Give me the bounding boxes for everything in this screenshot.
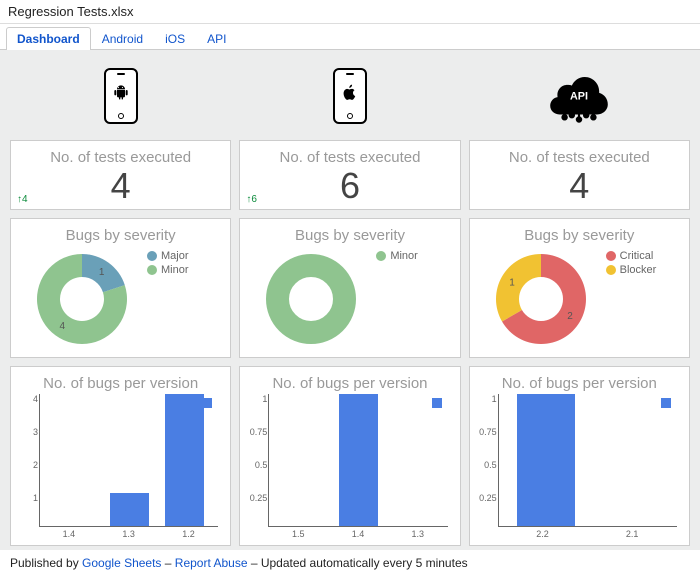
bar-col: [331, 394, 386, 526]
bar-col: [588, 394, 671, 526]
dashboard: API No. of tests executed 4 ↑4 No. of te…: [0, 50, 700, 550]
ios-count-card: No. of tests executed 6 ↑6: [239, 140, 460, 210]
legend-item: Minor: [147, 264, 224, 276]
report-abuse-link[interactable]: Report Abuse: [175, 556, 248, 570]
severity-row: Bugs by severity 1 4 Major Minor Bugs by se…: [10, 218, 690, 358]
bar-row: No. of bugs per version43211.41.31.2 No.…: [10, 366, 690, 546]
legend-item: Blocker: [606, 264, 683, 276]
bar-col: [386, 394, 441, 526]
ios-severity-card: Bugs by severity Minor: [239, 218, 460, 358]
bar-title: No. of bugs per version: [43, 375, 198, 392]
legend-item: Minor: [376, 250, 453, 262]
ios-bar-card: No. of bugs per version10.750.50.251.51.…: [239, 366, 460, 546]
bar-title: No. of bugs per version: [272, 375, 427, 392]
android-count-value: 4: [111, 168, 131, 204]
svg-text:1: 1: [99, 267, 105, 278]
phone-icon: [333, 68, 367, 124]
severity-title: Bugs by severity: [66, 227, 176, 244]
bar-legend-swatch: [661, 398, 671, 408]
ios-count-delta: ↑6: [246, 194, 257, 205]
legend-item: Critical: [606, 250, 683, 262]
window-title: Regression Tests.xlsx: [0, 0, 700, 24]
api-count-card: No. of tests executed 4: [469, 140, 690, 210]
api-icon-cell: API: [469, 60, 690, 132]
ios-donut: Minor: [246, 244, 453, 354]
bar-col: [275, 394, 330, 526]
api-icon: API: [543, 66, 615, 127]
footer-prefix: Published by: [10, 556, 82, 570]
google-sheets-link[interactable]: Google Sheets: [82, 556, 161, 570]
api-count-value: 4: [569, 168, 589, 204]
android-bar-card: No. of bugs per version43211.41.31.2: [10, 366, 231, 546]
tab-ios[interactable]: iOS: [154, 27, 196, 50]
svg-text:1: 1: [509, 277, 515, 288]
bar-col: [505, 394, 588, 526]
android-count-card: No. of tests executed 4 ↑4: [10, 140, 231, 210]
ios-icon-cell: [239, 60, 460, 132]
tab-bar: Dashboard Android iOS API: [0, 24, 700, 50]
icon-row: API: [10, 60, 690, 132]
svg-text:4: 4: [60, 321, 66, 332]
bar-legend-swatch: [202, 398, 212, 408]
api-severity-card: Bugs by severity 2 1 Critical Blocker: [469, 218, 690, 358]
phone-icon: [104, 68, 138, 124]
svg-text:API: API: [570, 90, 588, 102]
legend-item: Major: [147, 250, 224, 262]
count-label: No. of tests executed: [50, 149, 191, 166]
count-label: No. of tests executed: [509, 149, 650, 166]
footer-update-text: Updated automatically every 5 minutes: [261, 556, 468, 570]
tab-dashboard[interactable]: Dashboard: [6, 27, 91, 50]
api-donut: 2 1 Critical Blocker: [476, 244, 683, 354]
severity-title: Bugs by severity: [524, 227, 634, 244]
api-bar-card: No. of bugs per version10.750.50.252.22.…: [469, 366, 690, 546]
android-icon-cell: [10, 60, 231, 132]
count-label: No. of tests executed: [280, 149, 421, 166]
severity-title: Bugs by severity: [295, 227, 405, 244]
footer: Published by Google Sheets – Report Abus…: [0, 550, 700, 576]
android-icon: [113, 84, 129, 104]
bar-col: [101, 394, 156, 526]
android-donut: 1 4 Major Minor: [17, 244, 224, 354]
android-count-delta: ↑4: [17, 194, 28, 205]
svg-text:2: 2: [567, 311, 573, 322]
bar-legend-swatch: [432, 398, 442, 408]
bar-title: No. of bugs per version: [502, 375, 657, 392]
tab-android[interactable]: Android: [91, 27, 154, 50]
counts-row: No. of tests executed 4 ↑4 No. of tests …: [10, 140, 690, 210]
tab-api[interactable]: API: [196, 27, 237, 50]
bar-col: [46, 394, 101, 526]
android-severity-card: Bugs by severity 1 4 Major Minor: [10, 218, 231, 358]
apple-icon: [342, 84, 358, 104]
ios-count-value: 6: [340, 168, 360, 204]
bar-col: [157, 394, 212, 526]
